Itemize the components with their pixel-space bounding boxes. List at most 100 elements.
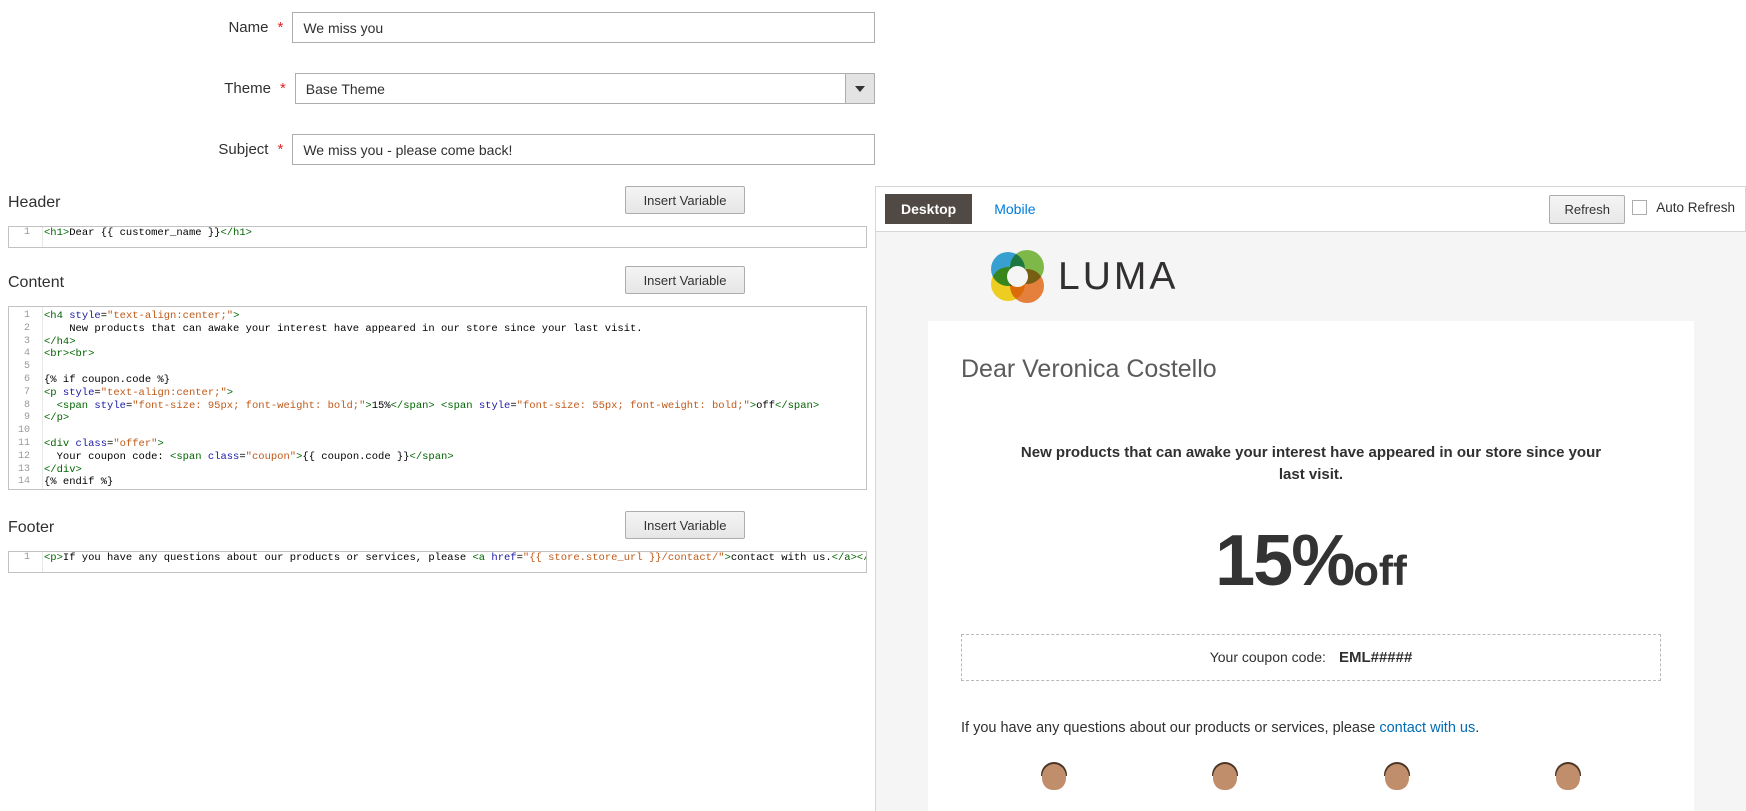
code-editor-footer[interactable]: 1 <p>If you have any questions about our … — [8, 551, 867, 573]
subject-label: Subject — [218, 141, 269, 158]
email-offer: 15%off — [928, 486, 1694, 602]
code-line: 5 — [9, 361, 866, 374]
insert-variable-button-content[interactable]: Insert Variable — [625, 266, 745, 294]
email-footer-line: If you have any questions about our prod… — [928, 681, 1694, 736]
line-number: 1 — [23, 227, 30, 238]
code-text: </p> — [44, 412, 70, 425]
product-thumbnail[interactable] — [1367, 761, 1427, 811]
preview-toolbar: Desktop Mobile Refresh Auto Refresh — [875, 186, 1746, 232]
email-preview-panel: Desktop Mobile Refresh Auto Refresh LUMA — [875, 186, 1746, 811]
code-line: 9 </p> — [9, 412, 866, 425]
code-line: 1 <h4 style="text-align:center;"> — [9, 310, 866, 323]
email-preview-viewport: LUMA Dear Veronica Costello New products… — [875, 232, 1746, 811]
line-number: 6 — [23, 373, 30, 385]
line-number: 4 — [23, 348, 30, 360]
email-product-row — [928, 736, 1694, 811]
luma-wordmark: LUMA — [1058, 254, 1179, 298]
line-number: 7 — [23, 386, 30, 398]
name-label-wrap: Name * — [0, 12, 292, 43]
line-number: 1 — [23, 552, 30, 563]
tab-desktop[interactable]: Desktop — [885, 194, 973, 224]
theme-label-wrap: Theme * — [0, 73, 295, 104]
field-row-name: Name * — [0, 12, 875, 43]
code-text: <p style="text-align:center;"> — [44, 386, 234, 399]
insert-variable-button-footer[interactable]: Insert Variable — [625, 511, 745, 539]
chevron-down-icon[interactable] — [845, 73, 875, 104]
code-line: 8 <span style="font-size: 95px; font-wei… — [9, 400, 866, 413]
auto-refresh-control[interactable]: Auto Refresh — [1632, 200, 1735, 215]
line-number: 3 — [23, 335, 30, 347]
line-number: 10 — [17, 425, 30, 437]
code-text: <div class="offer"> — [44, 437, 164, 450]
coupon-label: Your coupon code: — [1209, 649, 1326, 665]
template-form: Name * Theme * Base Theme Subject * — [0, 0, 875, 195]
required-asterisk: * — [277, 19, 284, 36]
line-number: 8 — [23, 399, 30, 411]
luma-logo-icon — [991, 250, 1044, 303]
email-body: Dear Veronica Costello New products that… — [928, 321, 1694, 811]
code-line: 1 <h1>Dear {{ customer_name }}</h1> — [9, 227, 866, 240]
required-asterisk: * — [279, 80, 286, 97]
name-input[interactable] — [292, 12, 875, 43]
code-text: <h4 style="text-align:center;"> — [44, 310, 240, 322]
code-line: 13 </div> — [9, 464, 866, 477]
line-number: 11 — [17, 437, 30, 449]
contact-with-us-link[interactable]: contact with us — [1379, 720, 1475, 736]
line-number: 9 — [23, 412, 30, 424]
code-editor-header[interactable]: 1 <h1>Dear {{ customer_name }}</h1> — [8, 226, 867, 248]
offer-percentage: 15% — [1215, 520, 1355, 601]
code-text: {% endif %} — [44, 476, 114, 489]
line-number: 5 — [23, 361, 30, 373]
line-number: 13 — [17, 463, 30, 475]
coupon-code: EML##### — [1338, 648, 1413, 666]
code-line: 4 <br><br> — [9, 348, 866, 361]
code-line: 12 Your coupon code: <span class="coupon… — [9, 451, 866, 464]
editor-header-head: Header Insert Variable — [0, 186, 875, 226]
line-number: 1 — [23, 310, 30, 321]
email-intro-text: New products that can awake your interes… — [1020, 444, 1602, 483]
code-editor-content[interactable]: 1 <h4 style="text-align:center;"> 2 New pr… — [8, 306, 867, 490]
subject-label-wrap: Subject * — [0, 134, 292, 165]
editor-footer: Footer Insert Variable 1 <p>If you have a… — [0, 511, 875, 573]
code-text: <h1>Dear {{ customer_name }}</h1> — [44, 227, 252, 239]
code-line: 2 New products that can awake your inter… — [9, 323, 866, 336]
email-template-edit-page: Name * Theme * Base Theme Subject * — [0, 0, 1746, 811]
code-text: <span style="font-size: 95px; font-weigh… — [44, 399, 820, 412]
code-line: 10 — [9, 425, 866, 438]
required-asterisk: * — [277, 141, 284, 158]
field-row-theme: Theme * Base Theme — [0, 73, 875, 104]
editor-content: Content Insert Variable 1 <h4 style="text… — [0, 266, 875, 490]
code-text: Your coupon code: <span class="coupon">{… — [44, 450, 454, 463]
theme-select[interactable]: Base Theme — [294, 73, 875, 104]
code-line: 1 <p>If you have any questions about our … — [9, 552, 866, 565]
tab-mobile[interactable]: Mobile — [994, 201, 1035, 217]
code-text: <p>If you have any questions about our p… — [44, 552, 866, 564]
email-logo-area: LUMA — [876, 232, 1746, 321]
refresh-button[interactable]: Refresh — [1549, 195, 1625, 224]
email-greeting: Dear Veronica Costello — [961, 355, 1217, 383]
code-line: 14 {% endif %} — [9, 476, 866, 489]
coupon-box: Your coupon code: EML##### — [961, 633, 1661, 681]
editor-header: Header Insert Variable 1 <h1>Dear {{ cust… — [0, 186, 875, 248]
product-thumbnail[interactable] — [1024, 761, 1084, 811]
editor-footer-title: Footer — [8, 519, 55, 536]
theme-label: Theme — [224, 80, 271, 97]
offer-suffix: off — [1353, 546, 1407, 594]
code-line: 7 <p style="text-align:center;"> — [9, 387, 866, 400]
editor-content-head: Content Insert Variable — [0, 266, 875, 306]
auto-refresh-label: Auto Refresh — [1656, 200, 1735, 215]
auto-refresh-checkbox[interactable] — [1632, 200, 1648, 215]
code-line: 6 {% if coupon.code %} — [9, 374, 866, 387]
field-row-subject: Subject * — [0, 134, 875, 165]
product-thumbnail[interactable] — [1538, 761, 1598, 811]
line-number: 2 — [23, 322, 30, 334]
subject-input[interactable] — [292, 134, 875, 165]
code-line: 3 </h4> — [9, 336, 866, 349]
insert-variable-button-header[interactable]: Insert Variable — [625, 186, 745, 214]
email-footer-text-after: . — [1475, 719, 1480, 736]
theme-select-value: Base Theme — [294, 73, 875, 104]
line-number: 14 — [17, 476, 30, 488]
product-thumbnail[interactable] — [1195, 761, 1255, 811]
code-text: New products that can awake your interes… — [44, 322, 643, 335]
code-line: 11 <div class="offer"> — [9, 438, 866, 451]
